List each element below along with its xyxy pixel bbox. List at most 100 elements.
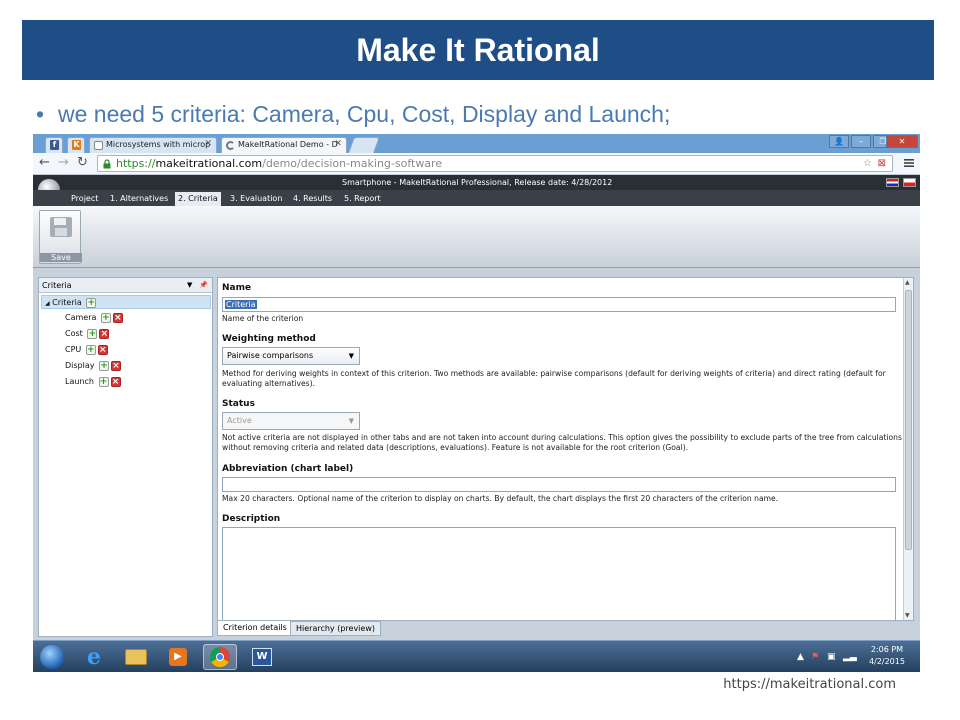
browser-pinned-tab-facebook[interactable]: f [45,137,63,153]
tree-item-label: CPU [65,345,82,354]
tree-item-display[interactable]: Display + × [65,359,122,373]
weighting-method-help: Method for deriving weights in context o… [222,369,886,388]
add-icon[interactable]: + [87,328,98,339]
close-icon[interactable]: ✕ [334,139,342,149]
url-scheme: https:// [116,157,156,170]
tree-panel-header: Criteria ▼ 📌 [39,278,212,293]
tab-report[interactable]: 5. Report [341,192,384,206]
vertical-scrollbar[interactable]: ▲ ▼ [903,278,913,620]
browser-tab-2[interactable]: MakeItRational Demo - D ✕ [221,137,347,153]
tray-signal-icon[interactable]: ▂▃ [843,652,857,662]
description-textarea[interactable] [222,527,896,620]
reload-icon[interactable]: ↻ [77,156,88,170]
url-path: /demo/decision-making-software [262,157,443,170]
floppy-disk-icon [50,217,72,237]
save-button[interactable]: Save [39,210,82,264]
weighting-method-label: Weighting method [222,334,316,344]
window-close-button[interactable]: ✕ [886,135,918,148]
name-input[interactable]: Criteria [222,297,896,312]
add-icon[interactable]: + [85,344,96,355]
chevron-down-icon: ▼ [348,417,354,425]
ribbon-toolbar: Save [33,206,920,268]
windows-start-icon[interactable] [35,644,69,670]
expand-triangle-icon[interactable]: ◢ [45,300,50,307]
status-select: Active ▼ [222,412,360,430]
scroll-up-icon[interactable]: ▲ [905,279,910,286]
chrome-icon[interactable] [203,644,237,670]
delete-icon[interactable]: × [97,344,108,355]
internet-explorer-icon[interactable]: e [77,644,111,670]
delete-icon[interactable]: × [110,376,121,387]
tree-item-launch[interactable]: Launch + × [65,375,121,389]
tree-item-cpu[interactable]: CPU + × [65,343,108,357]
menu-icon[interactable] [904,157,914,169]
url-host: makeitrational.com [155,157,263,170]
slide: Make It Rational • we need 5 criteria: Ca… [0,0,960,720]
close-icon[interactable]: ✕ [204,139,212,149]
user-icon[interactable]: 👤 [829,135,849,148]
name-label: Name [222,283,252,293]
delete-icon[interactable]: × [112,312,123,323]
media-player-icon[interactable]: ▶ [161,644,195,670]
forward-arrow-icon[interactable]: → [58,156,69,170]
tree-item-root[interactable]: ◢ Criteria + [41,295,211,309]
tree-item-camera[interactable]: Camera + × [65,311,123,325]
delete-icon[interactable]: × [111,360,122,371]
tab-evaluation[interactable]: 3. Evaluation [227,192,285,206]
add-icon[interactable]: + [86,297,97,308]
back-arrow-icon[interactable]: ← [39,156,50,170]
abbreviation-input[interactable] [222,477,896,492]
tray-arrow-icon[interactable]: ▲ [797,652,804,662]
browser-toolbar: ← → ↻ https://makeitrational.com/demo/de… [33,153,920,175]
add-icon[interactable]: + [98,376,109,387]
app-header-title: Smartphone - MakeItRational Professional… [342,178,613,187]
add-icon[interactable]: + [100,312,111,323]
word-icon[interactable]: W [245,644,279,670]
page-icon [94,141,103,150]
description-label: Description [222,514,281,524]
new-tab-button[interactable] [348,137,380,153]
tab-alternatives[interactable]: 1. Alternatives [107,192,171,206]
criterion-details-panel: Name Criteria Name of the criterion Weig… [217,277,914,621]
facebook-icon: f [50,140,59,150]
tab-results[interactable]: 4. Results [290,192,335,206]
tray-clock[interactable]: 2:06 PM 4/2/2015 [869,644,905,668]
tree-item-label: Cost [65,329,83,338]
browser-tab-1[interactable]: Microsystems with microp ✕ [89,137,217,153]
dropdown-arrow-icon[interactable]: ▼ [187,278,192,293]
delete-icon[interactable]: × [99,328,110,339]
browser-tab-2-label: MakeItRational Demo - D [238,140,338,149]
tab-hierarchy-preview[interactable]: Hierarchy (preview) [290,621,381,636]
chevron-down-icon: ▼ [348,352,354,360]
scrollbar-thumb[interactable] [905,290,912,550]
file-explorer-icon[interactable] [119,644,153,670]
tray-network-icon[interactable]: ▣ [827,652,836,662]
name-help: Name of the criterion [222,314,304,323]
weighting-method-select[interactable]: Pairwise comparisons ▼ [222,347,360,365]
k-logo-icon: K [72,140,81,150]
pin-icon[interactable]: 📌 [199,278,208,293]
scroll-down-icon[interactable]: ▼ [905,612,910,619]
abbreviation-help: Max 20 characters. Optional name of the … [222,494,779,503]
tray-date: 4/2/2015 [869,657,905,666]
tray-flag-icon[interactable]: ⚑ [811,652,819,662]
tab-criterion-details[interactable]: Criterion details [217,621,293,636]
tab-criteria[interactable]: 2. Criteria [175,192,221,206]
browser-pinned-tab-k[interactable]: K [67,137,85,153]
translate-icon[interactable]: ⊠ [878,156,886,171]
browser-tab-strip: f K Microsystems with microp ✕ MakeItRat… [33,134,920,153]
minimize-button[interactable]: – [851,135,871,148]
tree-item-label: Criteria [52,298,82,307]
poland-flag-icon[interactable] [903,178,916,187]
tree-item-cost[interactable]: Cost + × [65,327,110,341]
uk-flag-icon[interactable] [886,178,899,187]
bullet-point: • we need 5 criteria: Camera, Cpu, Cost, … [36,101,670,128]
slide-title: Make It Rational [356,31,600,68]
bullet-dot-icon: • [36,101,45,127]
status-help: Not active criteria are not displayed in… [222,433,902,452]
address-bar[interactable]: https://makeitrational.com/demo/decision… [97,155,893,172]
tree-item-label: Camera [65,313,97,322]
tab-project[interactable]: Project [68,192,101,206]
star-icon[interactable]: ☆ [863,156,872,171]
add-icon[interactable]: + [99,360,110,371]
